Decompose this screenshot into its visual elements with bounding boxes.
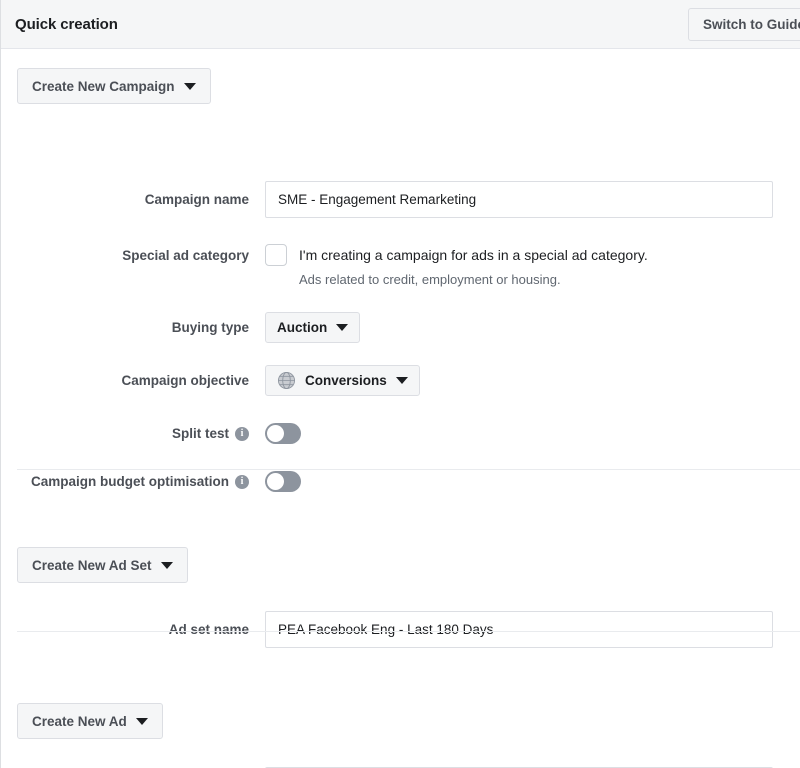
campaign-budget-optimisation-field-wrap: [265, 471, 800, 492]
chevron-down-icon: [183, 82, 196, 90]
section-divider: [17, 469, 800, 470]
chevron-down-icon: [336, 324, 349, 331]
create-new-ad-button[interactable]: Create New Ad: [17, 703, 163, 739]
special-ad-category-field-wrap: I'm creating a campaign for ads in a spe…: [265, 244, 800, 288]
special-ad-category-label: Special ad category: [122, 247, 249, 263]
create-new-ad-set-button[interactable]: Create New Ad Set: [17, 547, 188, 583]
info-icon[interactable]: i: [235, 474, 249, 489]
ad-set-name-field-wrap: PEA Facebook Eng - Last 180 Days: [265, 611, 800, 648]
chevron-down-icon: [135, 717, 148, 725]
campaign-objective-row: Campaign objective Conversions: [1, 365, 800, 396]
toggle-knob: [267, 473, 284, 490]
chevron-down-icon: [160, 561, 173, 569]
buying-type-value: Auction: [277, 320, 328, 335]
ad-set-name-row: Ad set name PEA Facebook Eng - Last 180 …: [1, 611, 800, 648]
campaign-budget-optimisation-toggle[interactable]: [265, 471, 301, 492]
campaign-objective-label: Campaign objective: [121, 373, 249, 388]
campaign-name-input[interactable]: SME - Engagement Remarketing: [265, 181, 773, 218]
buying-type-field-wrap: Auction: [265, 312, 800, 343]
switch-to-guided-button[interactable]: Switch to Guided: [688, 8, 800, 41]
ad-set-name-input[interactable]: PEA Facebook Eng - Last 180 Days: [265, 611, 773, 648]
buying-type-row: Buying type Auction: [1, 312, 800, 343]
ad-set-name-label: Ad set name: [168, 622, 249, 637]
special-ad-category-checkbox[interactable]: [265, 244, 287, 266]
buying-type-dropdown[interactable]: Auction: [265, 312, 361, 343]
page-title: Quick creation: [15, 15, 118, 33]
info-icon[interactable]: i: [235, 426, 249, 441]
split-test-row: Split test i: [1, 423, 800, 444]
special-ad-category-text-block: I'm creating a campaign for ads in a spe…: [299, 244, 648, 288]
create-new-campaign-button[interactable]: Create New Campaign: [17, 68, 211, 104]
split-test-toggle[interactable]: [265, 423, 301, 444]
split-test-field-wrap: [265, 423, 800, 444]
quick-creation-page: Quick creation Switch to Guided Create N…: [0, 0, 800, 768]
campaign-name-label: Campaign name: [144, 192, 249, 207]
create-new-campaign-label: Create New Campaign: [32, 78, 175, 94]
campaign-objective-dropdown[interactable]: Conversions: [265, 365, 420, 396]
campaign-objective-field-wrap: Conversions: [265, 365, 800, 396]
campaign-name-field-wrap: SME - Engagement Remarketing: [265, 181, 800, 218]
create-new-ad-label: Create New Ad: [32, 713, 127, 729]
buying-type-label: Buying type: [171, 320, 249, 335]
campaign-name-row: Campaign name SME - Engagement Remarketi…: [1, 181, 800, 218]
globe-icon: [277, 371, 296, 390]
special-ad-category-row: Special ad category I'm creating a campa…: [1, 244, 800, 288]
chevron-down-icon: [395, 377, 408, 384]
section-divider: [17, 631, 800, 632]
special-ad-category-checkbox-sublabel: Ads related to credit, employment or hou…: [299, 272, 561, 287]
special-ad-category-checkbox-label: I'm creating a campaign for ads in a spe…: [299, 247, 648, 263]
split-test-label: Split test: [171, 426, 229, 441]
special-ad-category-check-row: I'm creating a campaign for ads in a spe…: [265, 244, 800, 288]
campaign-budget-optimisation-label: Campaign budget optimisation: [31, 474, 229, 489]
toggle-knob: [267, 425, 284, 442]
split-test-label-wrap: Split test i: [1, 423, 265, 444]
campaign-objective-value: Conversions: [305, 373, 387, 388]
create-new-ad-set-label: Create New Ad Set: [32, 557, 152, 573]
campaign-budget-optimisation-label-wrap: Campaign budget optimisation i: [1, 471, 265, 492]
campaign-budget-optimisation-row: Campaign budget optimisation i: [1, 471, 800, 492]
page-header: Quick creation Switch to Guided: [1, 0, 800, 49]
